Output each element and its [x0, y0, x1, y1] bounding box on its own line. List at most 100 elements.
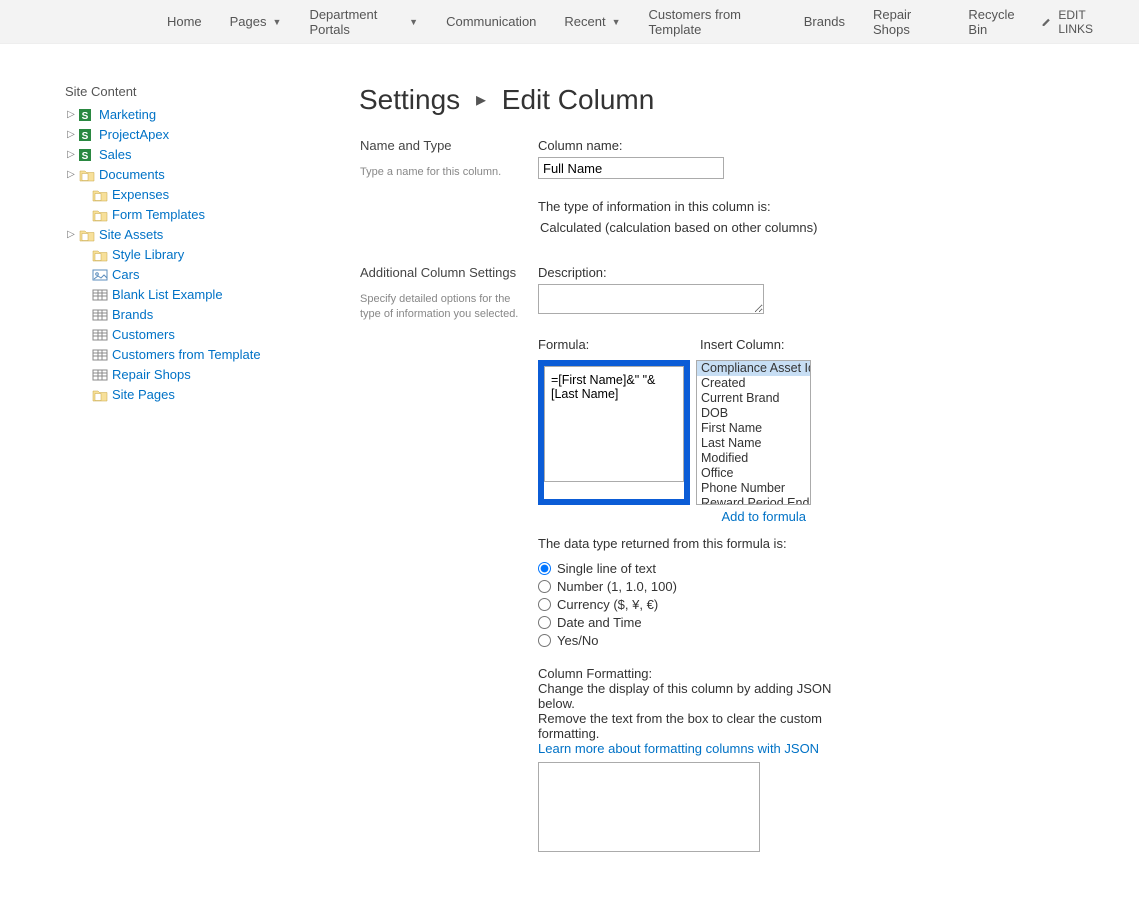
sidebar-item-label[interactable]: Site Pages — [112, 385, 175, 405]
sidebar-header: Site Content — [40, 84, 360, 99]
return-type-option[interactable]: Currency ($, ¥, €) — [538, 597, 1080, 612]
column-formatting-desc2: Remove the text from the box to clear th… — [538, 711, 848, 741]
nav-item-customers-from-template[interactable]: Customers from Template — [635, 7, 790, 37]
sidebar-item-label[interactable]: Brands — [112, 305, 153, 325]
expand-icon[interactable]: ▷ — [65, 165, 77, 185]
sidebar-item-label[interactable]: Cars — [112, 265, 139, 285]
insert-column-listbox[interactable]: Compliance Asset IdCreatedCurrent BrandD… — [696, 360, 811, 505]
return-type-option[interactable]: Yes/No — [538, 633, 1080, 648]
pic-icon — [92, 267, 108, 283]
description-label: Description: — [538, 265, 1080, 280]
sidebar-item-label[interactable]: Customers — [112, 325, 175, 345]
sidebar-item-label[interactable]: Form Templates — [112, 205, 205, 225]
sidebar-item-sales[interactable]: ▷ Sales — [40, 145, 360, 165]
formula-input[interactable] — [544, 366, 684, 482]
return-type-option[interactable]: Date and Time — [538, 615, 1080, 630]
return-type-label: Single line of text — [557, 561, 656, 576]
pencil-icon — [1041, 16, 1052, 28]
return-type-label: Yes/No — [557, 633, 598, 648]
folder-icon — [92, 247, 108, 263]
sidebar-item-label[interactable]: Site Assets — [99, 225, 163, 245]
sidebar-item-expenses[interactable]: Expenses — [40, 185, 360, 205]
name-type-section: Name and Type Type a name for this colum… — [360, 138, 1080, 257]
sidebar-item-projectapex[interactable]: ▷ ProjectApex — [40, 125, 360, 145]
nav-item-department-portals[interactable]: Department Portals▼ — [295, 7, 432, 37]
insert-column-option[interactable]: Last Name — [697, 436, 810, 451]
breadcrumb-settings[interactable]: Settings — [359, 84, 460, 115]
column-type-label: The type of information in this column i… — [538, 199, 1080, 214]
expand-icon[interactable]: ▷ — [65, 125, 77, 145]
return-type-option[interactable]: Number (1, 1.0, 100) — [538, 579, 1080, 594]
insert-column-option[interactable]: Reward Period End — [697, 496, 810, 505]
sidebar-item-label[interactable]: Documents — [99, 165, 165, 185]
sidebar-item-label[interactable]: Marketing — [99, 105, 156, 125]
folder-icon — [92, 187, 108, 203]
return-type-radio[interactable] — [538, 634, 551, 647]
sidebar-item-label[interactable]: Repair Shops — [112, 365, 191, 385]
top-nav: Home Pages▼Department Portals▼ Communicati… — [0, 0, 1139, 44]
column-formatting-desc1: Change the display of this column by add… — [538, 681, 848, 711]
nav-item-label: Home — [167, 14, 202, 29]
expand-icon[interactable]: ▷ — [65, 225, 77, 245]
insert-column-option[interactable]: Created — [697, 376, 810, 391]
insert-column-option[interactable]: First Name — [697, 421, 810, 436]
expand-icon[interactable]: ▷ — [65, 145, 77, 165]
sidebar-item-brands[interactable]: Brands — [40, 305, 360, 325]
return-type-radio[interactable] — [538, 562, 551, 575]
nav-item-repair-shops[interactable]: Repair Shops — [859, 7, 954, 37]
sidebar-item-customers[interactable]: Customers — [40, 325, 360, 345]
sidebar-item-style-library[interactable]: Style Library — [40, 245, 360, 265]
formula-highlight-box — [538, 360, 690, 505]
column-formatting-link[interactable]: Learn more about formatting columns with… — [538, 741, 819, 756]
insert-column-option[interactable]: Office — [697, 466, 810, 481]
sidebar-item-label[interactable]: Sales — [99, 145, 132, 165]
return-type-label: Date and Time — [557, 615, 642, 630]
insert-column-option[interactable]: Phone Number — [697, 481, 810, 496]
description-input[interactable] — [538, 284, 764, 314]
nav-item-label: Customers from Template — [649, 7, 776, 37]
sidebar-item-blank-list-example[interactable]: Blank List Example — [40, 285, 360, 305]
nav-item-pages[interactable]: Pages▼ — [216, 14, 296, 29]
additional-settings-title: Additional Column Settings — [360, 265, 526, 280]
edit-links-button[interactable]: EDIT LINKS — [1041, 8, 1119, 36]
sidebar-item-label[interactable]: Blank List Example — [112, 285, 223, 305]
insert-column-option[interactable]: Modified — [697, 451, 810, 466]
return-type-radio[interactable] — [538, 598, 551, 611]
sidebar-item-form-templates[interactable]: Form Templates — [40, 205, 360, 225]
column-name-input[interactable] — [538, 157, 724, 179]
add-to-formula-link[interactable]: Add to formula — [721, 509, 806, 524]
caret-down-icon: ▼ — [612, 17, 621, 27]
sidebar-item-repair-shops[interactable]: Repair Shops — [40, 365, 360, 385]
logo-placeholder — [50, 7, 153, 37]
nav-item-recent[interactable]: Recent▼ — [550, 14, 634, 29]
sp-icon — [79, 107, 95, 123]
sidebar-item-label[interactable]: Expenses — [112, 185, 169, 205]
sidebar-item-cars[interactable]: Cars — [40, 265, 360, 285]
sidebar-item-label[interactable]: Style Library — [112, 245, 184, 265]
return-type-option[interactable]: Single line of text — [538, 561, 1080, 576]
insert-column-option[interactable]: DOB — [697, 406, 810, 421]
sidebar-item-site-pages[interactable]: Site Pages — [40, 385, 360, 405]
column-formatting-input[interactable] — [538, 762, 760, 852]
column-formatting-title: Column Formatting: — [538, 666, 848, 681]
nav-item-communication[interactable]: Communication — [432, 14, 550, 29]
sidebar-tree: ▷ Marketing ▷ ProjectApex ▷ Sales ▷ DocumentsEx… — [40, 105, 360, 405]
insert-column-option[interactable]: Compliance Asset Id — [697, 361, 810, 376]
list-icon — [92, 287, 108, 303]
sidebar-item-documents[interactable]: ▷ Documents — [40, 165, 360, 185]
expand-icon[interactable]: ▷ — [65, 105, 77, 125]
nav-item-label: Recycle Bin — [968, 7, 1027, 37]
insert-column-option[interactable]: Current Brand — [697, 391, 810, 406]
list-icon — [92, 347, 108, 363]
sidebar-item-customers-from-template[interactable]: Customers from Template — [40, 345, 360, 365]
sidebar-item-label[interactable]: Customers from Template — [112, 345, 261, 365]
sidebar-item-site-assets[interactable]: ▷ Site Assets — [40, 225, 360, 245]
return-type-radio[interactable] — [538, 616, 551, 629]
nav-item-brands[interactable]: Brands — [790, 14, 859, 29]
sidebar-item-marketing[interactable]: ▷ Marketing — [40, 105, 360, 125]
sidebar-item-label[interactable]: ProjectApex — [99, 125, 169, 145]
return-type-radio[interactable] — [538, 580, 551, 593]
nav-item-label: Communication — [446, 14, 536, 29]
nav-item-home[interactable]: Home — [153, 14, 216, 29]
nav-item-recycle-bin[interactable]: Recycle Bin — [954, 7, 1041, 37]
